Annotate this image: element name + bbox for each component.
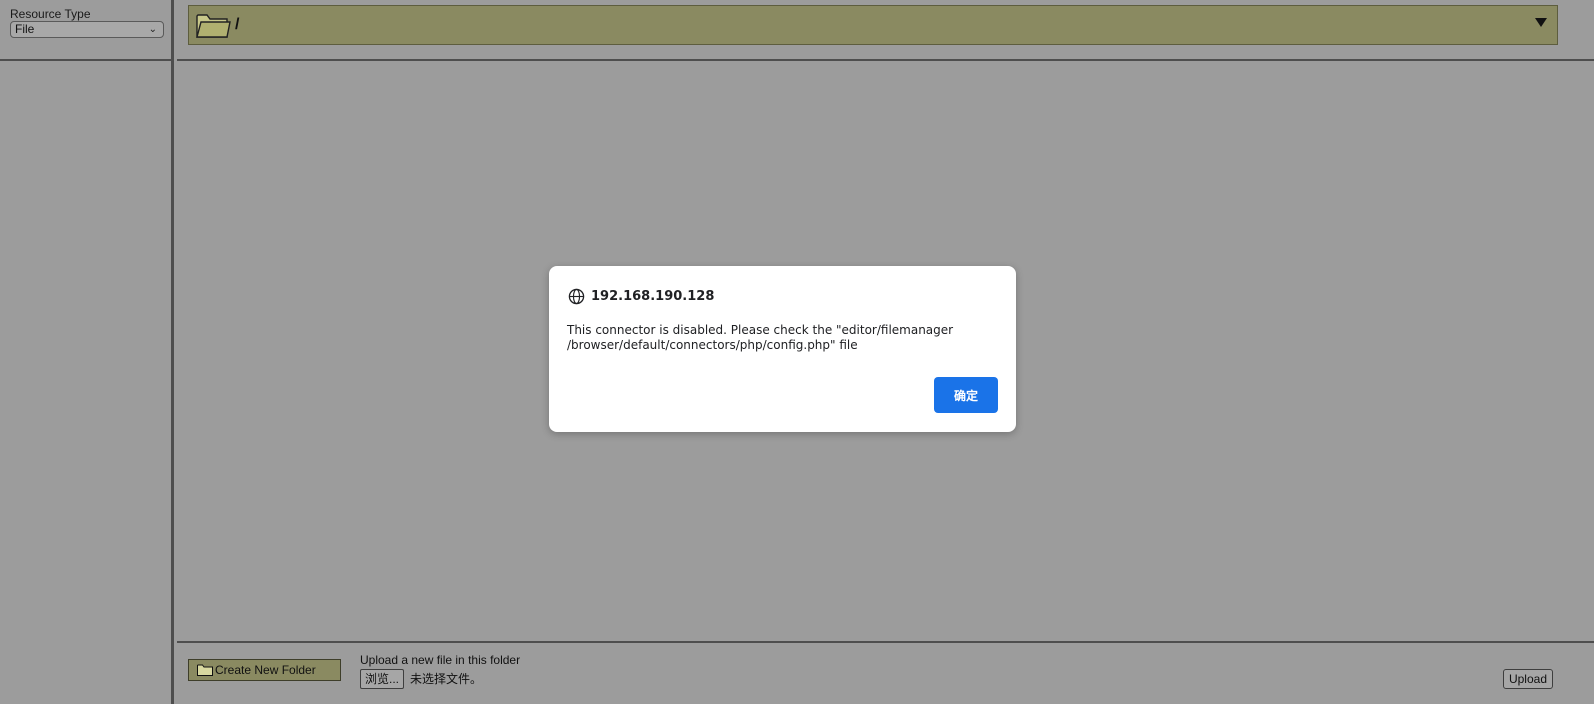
- triangle-down-icon[interactable]: [1535, 18, 1547, 27]
- dialog-host: 192.168.190.128: [591, 288, 715, 304]
- resource-type-label: Resource Type: [10, 7, 91, 21]
- resource-type-select[interactable]: File ⌄: [10, 21, 164, 38]
- create-new-folder-button[interactable]: Create New Folder: [188, 659, 341, 681]
- resource-type-panel: Resource Type File ⌄: [0, 0, 171, 61]
- file-browser-window: Resource Type File ⌄ / Create New Folder: [0, 0, 1594, 704]
- upload-instruction-label: Upload a new file in this folder: [360, 653, 521, 667]
- bottom-toolbar: Create New Folder Upload a new file in t…: [177, 641, 1594, 704]
- dialog-message-line-2: /browser/default/connectors/php/config.p…: [567, 338, 858, 352]
- create-new-folder-label: Create New Folder: [215, 663, 316, 677]
- dialog-message: This connector is disabled. Please check…: [567, 323, 999, 353]
- upload-button[interactable]: Upload: [1502, 669, 1553, 689]
- no-file-selected-text: 未选择文件。: [410, 672, 483, 686]
- browse-file-button[interactable]: 浏览...: [360, 669, 405, 689]
- alert-dialog: 192.168.190.128 This connector is disabl…: [549, 266, 1016, 432]
- folder-path-dropdown[interactable]: /: [188, 5, 1558, 45]
- globe-icon: [568, 288, 585, 304]
- folder-icon: [196, 14, 231, 38]
- dialog-header: 192.168.190.128: [568, 287, 714, 305]
- ok-button[interactable]: 确定: [934, 377, 998, 413]
- chevron-down-icon: ⌄: [148, 24, 157, 35]
- folder-path-panel: /: [177, 0, 1594, 61]
- left-panel: Resource Type File ⌄: [0, 0, 174, 704]
- resource-type-value: File: [15, 22, 35, 36]
- dialog-message-line-1: This connector is disabled. Please check…: [567, 323, 954, 337]
- folder-icon: [197, 664, 213, 676]
- current-path: /: [235, 16, 240, 33]
